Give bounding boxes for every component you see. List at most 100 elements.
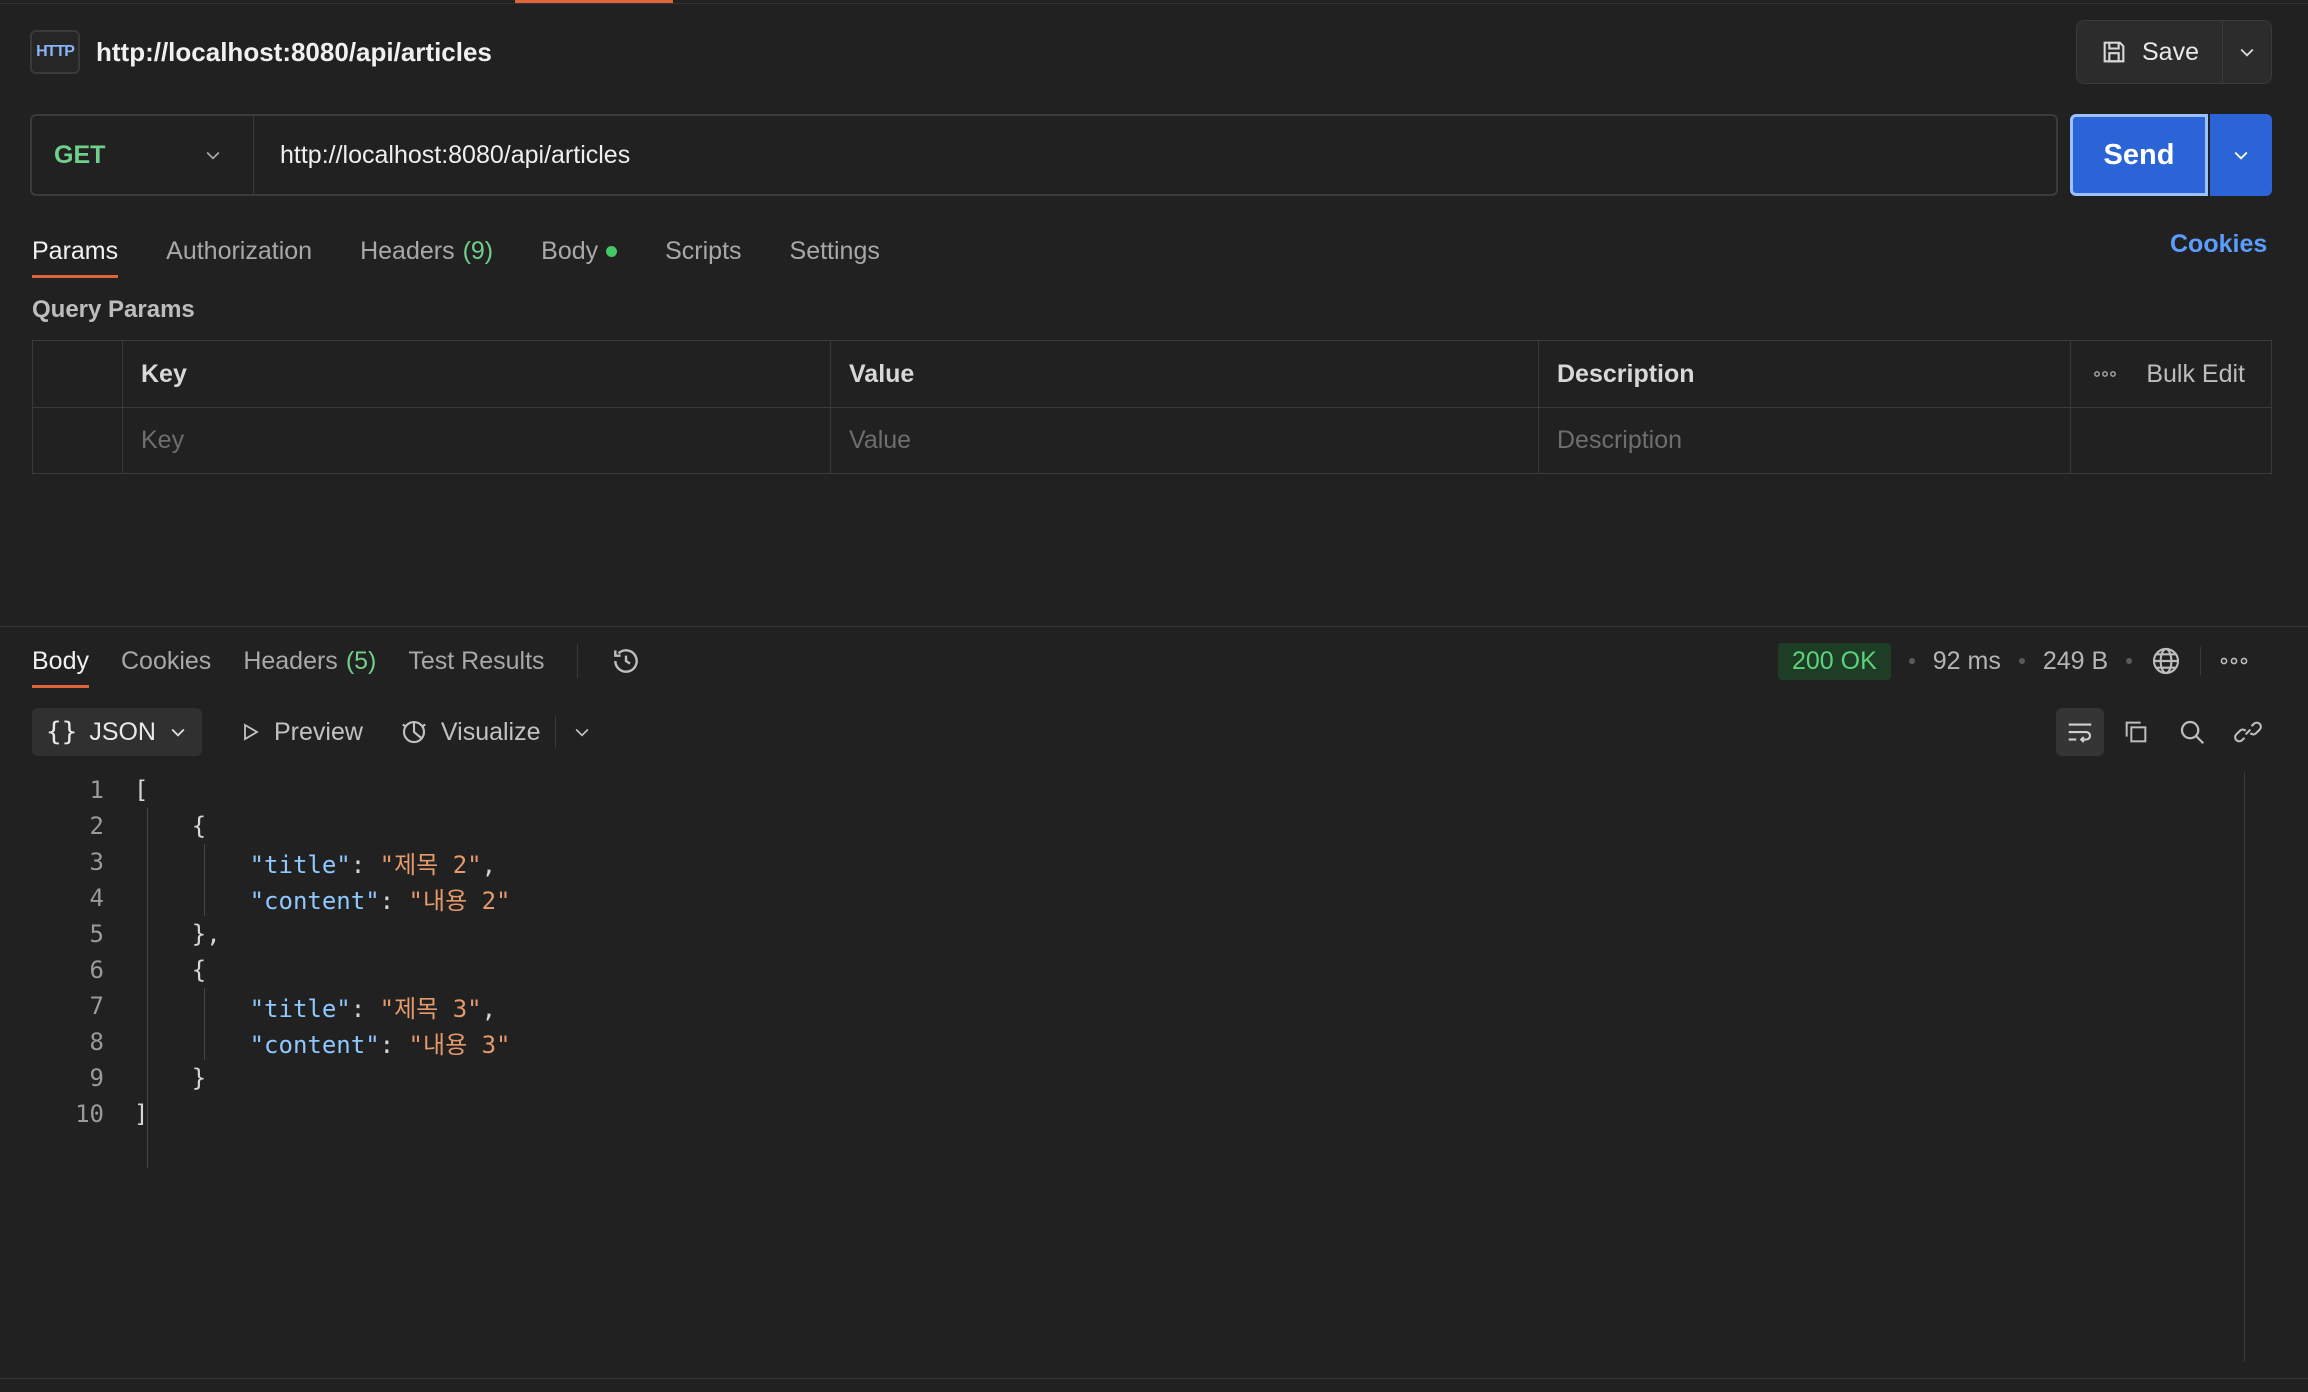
line-text: { xyxy=(134,812,207,840)
key-input[interactable]: Key xyxy=(123,408,831,473)
chevron-down-icon xyxy=(2240,48,2254,57)
tab-response-body[interactable]: Body xyxy=(32,636,89,688)
json-key: "title" xyxy=(249,994,351,1023)
method-select[interactable]: GET xyxy=(32,116,254,194)
code-line: 7 "title": "제목 3", xyxy=(50,988,1750,1024)
chevron-down-icon xyxy=(575,728,588,737)
code-scrollbar[interactable] xyxy=(2244,772,2245,1362)
search-button[interactable] xyxy=(2168,708,2216,756)
play-icon xyxy=(244,723,259,741)
request-title[interactable]: http://localhost:8080/api/articles xyxy=(96,37,492,68)
status-badge[interactable]: 200 OK xyxy=(1778,642,1891,680)
tab-label: Cookies xyxy=(120,646,212,675)
request-tabs: Params Authorization Headers (9) Body Scr… xyxy=(32,226,880,278)
separator xyxy=(576,644,578,678)
column-header-key: Key xyxy=(123,341,831,407)
line-text: "title": "제목 3", xyxy=(249,994,497,1023)
json-string: "제목 2" xyxy=(379,850,482,879)
response-format-bar: {} JSON Preview Visualize xyxy=(32,708,592,756)
json-key: "content" xyxy=(249,1030,380,1059)
line-text: } xyxy=(134,1064,207,1092)
more-horizontal-icon[interactable] xyxy=(2219,655,2249,667)
tab-label: Headers xyxy=(360,236,455,265)
response-size[interactable]: 249 B xyxy=(2043,647,2108,676)
globe-icon[interactable] xyxy=(2150,645,2182,677)
line-number: 2 xyxy=(89,812,104,840)
headers-count: (9) xyxy=(462,236,494,265)
line-number: 10 xyxy=(75,1100,104,1128)
line-text: "content": "내용 3" xyxy=(249,1030,511,1059)
response-time[interactable]: 92 ms xyxy=(1933,647,2001,676)
json-key: "content" xyxy=(249,886,380,915)
chevron-down-icon xyxy=(2234,151,2248,160)
send-options-button[interactable] xyxy=(2210,114,2272,196)
tab-body[interactable]: Body xyxy=(541,226,618,276)
search-icon xyxy=(2180,720,2205,745)
visualize-icon xyxy=(402,720,426,744)
tab-scripts[interactable]: Scripts xyxy=(665,226,741,276)
tab-label: Body xyxy=(32,646,89,675)
line-text: { xyxy=(134,956,207,984)
bulk-edit-button[interactable]: Bulk Edit xyxy=(2146,360,2245,389)
line-text: "title": "제목 2", xyxy=(249,850,497,879)
separator-dot xyxy=(1908,658,1915,664)
line-text: ] xyxy=(134,1100,149,1128)
url-bar: GET http://localhost:8080/api/articles xyxy=(30,114,2058,196)
more-horizontal-icon[interactable] xyxy=(2093,369,2117,379)
tab-settings[interactable]: Settings xyxy=(790,226,880,276)
row-checkbox[interactable] xyxy=(33,408,123,473)
response-body-code[interactable]: 1[ 2 { 3 "title": "제목 2", 4 "content": "… xyxy=(50,772,1750,1168)
separator xyxy=(2200,647,2202,675)
copy-icon xyxy=(2125,721,2147,743)
format-label: JSON xyxy=(89,717,156,746)
table-row: Key Value Description xyxy=(33,407,2271,473)
line-number: 3 xyxy=(89,848,104,876)
visualize-options-button[interactable] xyxy=(572,722,592,742)
save-options-button[interactable] xyxy=(2223,21,2271,83)
cookies-link[interactable]: Cookies xyxy=(2170,230,2267,259)
tab-response-headers[interactable]: Headers (5) xyxy=(243,636,376,686)
save-icon xyxy=(2103,41,2125,63)
format-select[interactable]: {} JSON xyxy=(32,708,202,756)
line-text: "content": "내용 2" xyxy=(249,886,511,915)
value-input[interactable]: Value xyxy=(831,408,1539,473)
line-text: }, xyxy=(134,920,221,948)
send-button[interactable]: Send xyxy=(2070,114,2208,196)
response-tools xyxy=(2056,708,2272,756)
description-input[interactable]: Description xyxy=(1539,408,2071,473)
table-header-row: Key Value Description Bulk Edit xyxy=(33,341,2271,407)
link-button[interactable] xyxy=(2224,708,2272,756)
preview-button[interactable]: Preview xyxy=(238,718,363,747)
history-icon[interactable] xyxy=(610,645,642,677)
http-icon: HTTP xyxy=(30,30,80,74)
url-input[interactable]: http://localhost:8080/api/articles xyxy=(280,141,630,170)
top-divider xyxy=(0,3,2308,4)
tab-label: Scripts xyxy=(665,236,742,265)
wrap-lines-button[interactable] xyxy=(2056,708,2104,756)
tab-authorization[interactable]: Authorization xyxy=(166,226,312,276)
query-params-heading: Query Params xyxy=(32,296,195,323)
code-line: 9 } xyxy=(50,1060,1750,1096)
row-actions xyxy=(2071,408,2271,473)
save-button[interactable]: Save xyxy=(2077,21,2223,83)
tab-response-cookies[interactable]: Cookies xyxy=(121,636,211,686)
code-line: 5 }, xyxy=(50,916,1750,952)
code-line: 1[ xyxy=(50,772,1750,808)
json-comma: , xyxy=(481,850,497,879)
json-key: "title" xyxy=(249,850,351,879)
tab-params[interactable]: Params xyxy=(32,226,119,278)
query-params-table: Key Value Description Bulk Edit Key Valu… xyxy=(32,340,2272,474)
tab-test-results[interactable]: Test Results xyxy=(408,636,544,686)
separator-dot xyxy=(2126,658,2133,664)
json-string: "제목 3" xyxy=(379,994,482,1023)
visualize-button[interactable]: Visualize xyxy=(399,717,541,747)
column-header-description: Description xyxy=(1539,341,2071,407)
tab-label: Settings xyxy=(789,236,880,265)
pane-divider[interactable] xyxy=(0,626,2308,627)
tab-headers[interactable]: Headers (9) xyxy=(360,226,493,276)
copy-button[interactable] xyxy=(2112,708,2160,756)
tab-label: Body xyxy=(541,236,599,265)
line-number: 5 xyxy=(89,920,104,948)
body-indicator-dot xyxy=(606,245,618,257)
bottom-divider xyxy=(0,1378,2308,1379)
